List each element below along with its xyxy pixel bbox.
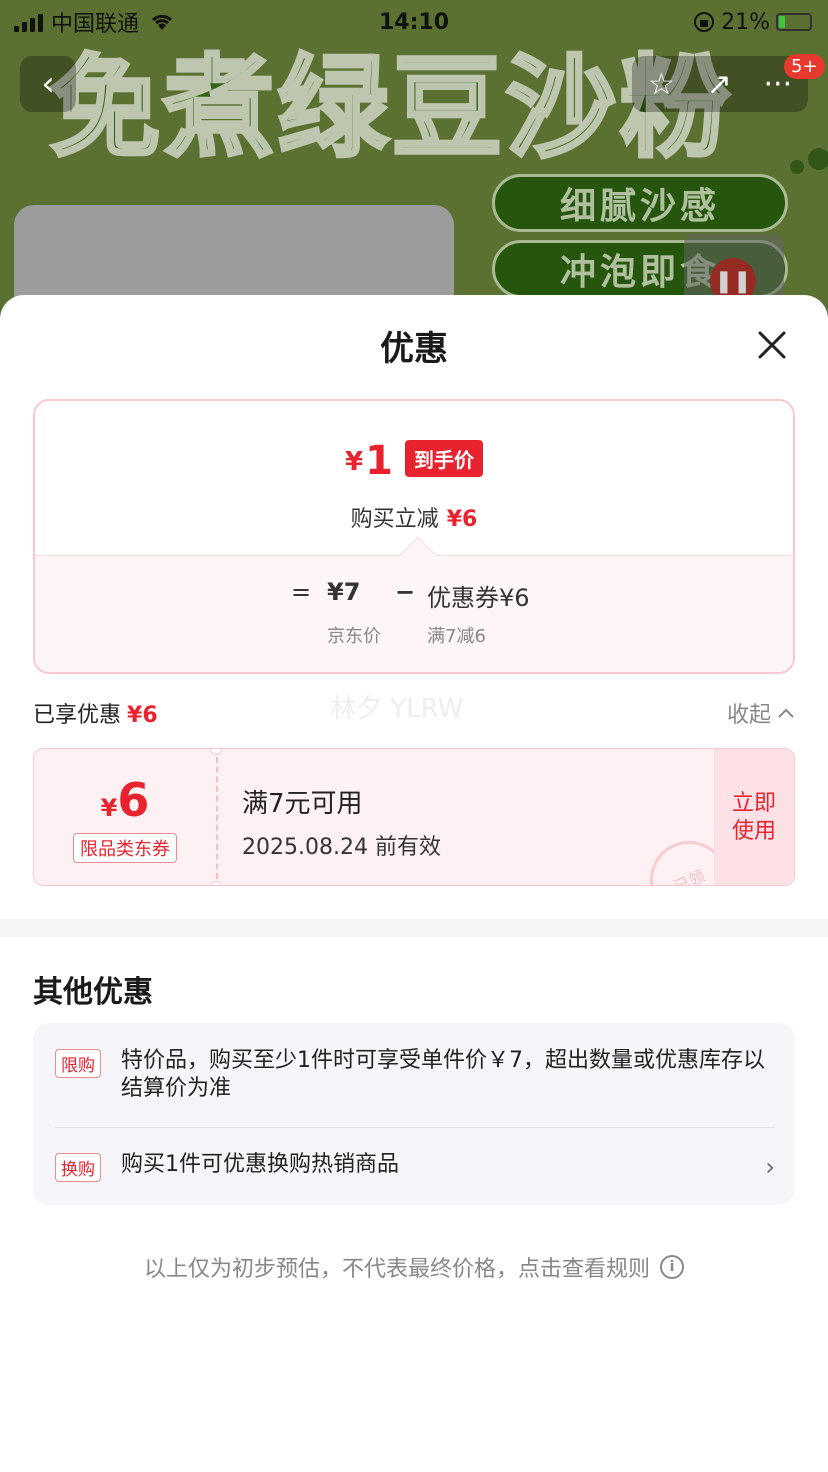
coupon-condition: 满7元可用: [242, 789, 363, 819]
jd-price-label: 京东价: [327, 626, 381, 647]
coupon-divider: [216, 757, 218, 879]
offer-tag: 换购: [55, 1153, 101, 1182]
final-price-tag: 到手价: [404, 440, 483, 477]
use-now-line-2: 使用: [731, 819, 776, 844]
enjoyed-label: 已享优惠: [33, 703, 122, 728]
share-icon[interactable]: ↗: [707, 67, 732, 102]
section-divider: [0, 919, 828, 937]
instant-discount-value: ¥6: [446, 507, 478, 532]
chevron-right-icon: ›: [765, 1153, 775, 1181]
favorite-star-icon[interactable]: ☆: [648, 67, 675, 102]
instant-discount: 购买立减 ¥6: [35, 501, 793, 533]
offer-text: 购买1件可优惠换购热销商品: [121, 1152, 399, 1177]
discount-sheet: 优惠 ¥ 1 到手价 购买立减 ¥6 = ¥7 − 优惠券¥6 京东价 满7减6…: [0, 295, 828, 1472]
battery-icon: [776, 13, 812, 31]
coupon-type-tag: 限品类东券: [73, 833, 177, 863]
chevron-left-icon: ‹: [41, 64, 55, 104]
price-top: ¥ 1 到手价 购买立减 ¥6: [35, 401, 793, 553]
price-currency: ¥: [345, 447, 364, 477]
final-price: 1: [365, 438, 393, 484]
battery-percent: 21%: [721, 9, 770, 35]
rules-footnote[interactable]: 以上仅为初步预估，不代表最终价格，点击查看规则 i: [0, 1251, 828, 1283]
collapse-toggle[interactable]: 收起: [727, 697, 795, 729]
collapse-label: 收起: [726, 703, 771, 728]
coupon-notch: [210, 749, 222, 755]
signal-icon: [14, 12, 43, 32]
final-price-card: ¥ 1 到手价 购买立减 ¥6 = ¥7 − 优惠券¥6 京东价 满7减6: [33, 399, 795, 674]
wifi-icon: [151, 14, 173, 30]
enjoyed-value: ¥6: [127, 703, 158, 728]
offer-item-limited: 限购 特价品，购买至少1件时可享受单件价￥7，超出数量或优惠库存以结算价为准: [55, 1048, 775, 1109]
offer-separator: [55, 1127, 775, 1128]
carrier-name: 中国联通: [51, 12, 140, 37]
status-bar: 中国联通 14:10 21%: [0, 0, 828, 44]
coupon-deduction: 优惠券¥6: [427, 584, 530, 612]
close-icon[interactable]: [752, 325, 792, 365]
offer-text: 特价品，购买至少1件时可享受单件价￥7，超出数量或优惠库存以结算价为准: [121, 1048, 765, 1101]
use-now-line-1: 立即: [731, 791, 776, 816]
enjoyed-discount-row: 已享优惠 ¥6 收起: [33, 693, 795, 729]
coupon-card[interactable]: ¥ 6 限品类东券 满7元可用 2025.08.24 前有效 已领 立即 使用: [33, 748, 795, 886]
other-offers-list: 限购 特价品，购买至少1件时可享受单件价￥7，超出数量或优惠库存以结算价为准 换…: [33, 1023, 795, 1205]
coupon-notch: [210, 881, 222, 885]
info-icon: i: [660, 1255, 684, 1279]
coupon-amount: 6: [117, 773, 150, 827]
coupon-expiry: 2025.08.24 前有效: [242, 835, 441, 860]
instant-discount-label: 购买立减: [350, 507, 439, 532]
message-badge: 5+: [784, 54, 825, 79]
chevron-up-icon: [778, 708, 794, 718]
footnote-text: 以上仅为初步预估，不代表最终价格，点击查看规则: [143, 1257, 650, 1282]
minus-sign: −: [395, 578, 416, 606]
back-button[interactable]: ‹: [20, 56, 76, 112]
status-time: 14:10: [378, 9, 450, 35]
other-offers-title: 其他优惠: [33, 975, 153, 1010]
price-breakdown: = ¥7 − 优惠券¥6 京东价 满7减6: [35, 555, 793, 672]
equals-sign: =: [291, 578, 312, 606]
offer-item-exchange[interactable]: 换购 购买1件可优惠换购热销商品 ›: [55, 1152, 775, 1183]
sheet-title: 优惠: [380, 329, 448, 369]
coupon-currency: ¥: [100, 794, 118, 822]
use-now-button[interactable]: 立即 使用: [714, 749, 794, 885]
orientation-lock-icon: [694, 12, 715, 32]
overlay-dim[interactable]: [0, 0, 828, 320]
coupon-deduction-label: 满7减6: [427, 626, 486, 647]
offer-tag: 限购: [55, 1049, 101, 1078]
nav-actions: ☆ ↗ ···: [632, 56, 808, 112]
jd-price: ¥7: [327, 578, 361, 606]
